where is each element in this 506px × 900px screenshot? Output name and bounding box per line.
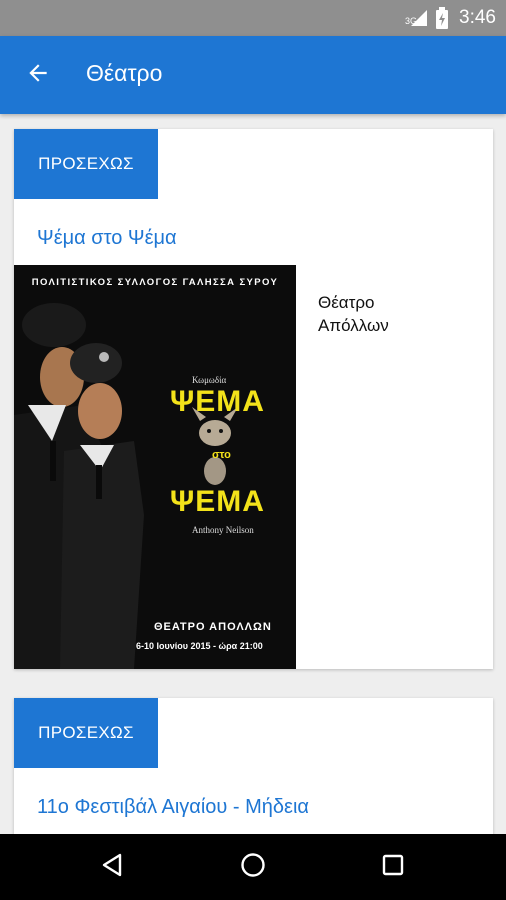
poster-title-bottom: ΨΕΜΑ bbox=[170, 485, 265, 518]
event-venue: Θέατρο Απόλλων bbox=[318, 293, 389, 335]
event-list[interactable]: ΠΡΟΣΕΧΩΣ Ψέμα στο Ψέμα ΠΟΛΙΤΙΣΤΙΚΟΣ ΣΥΛΛ… bbox=[0, 114, 506, 834]
event-title[interactable]: Ψέμα στο Ψέμα bbox=[37, 227, 177, 250]
network-type: 3G bbox=[405, 16, 418, 26]
poster-title-top: ΨΕΜΑ bbox=[170, 385, 265, 418]
back-button[interactable] bbox=[18, 57, 58, 93]
poster-header: ΠΟΛΙΤΙΣΤΙΚΟΣ ΣΥΛΛΟΓΟΣ ΓΑΛΗΣΣΑ ΣΥΡΟΥ bbox=[31, 277, 279, 288]
poster-genre: Κωμωδία bbox=[192, 375, 227, 385]
nav-recents-button[interactable] bbox=[353, 834, 433, 900]
nav-home-icon bbox=[239, 851, 267, 884]
app-bar: Θέατρο bbox=[0, 36, 506, 114]
event-title[interactable]: 11ο Φεστιβάλ Αιγαίου - Μήδεια bbox=[37, 796, 309, 819]
poster-title-mid: στο bbox=[212, 449, 231, 461]
poster-author: Anthony Neilson bbox=[192, 525, 254, 535]
arrow-back-icon bbox=[25, 60, 51, 91]
page-title: Θέατρο bbox=[86, 60, 163, 86]
poster-venue: ΘΕΑΤΡΟ ΑΠΟΛΛΩΝ bbox=[154, 621, 272, 633]
status-badge: ΠΡΟΣΕΧΩΣ bbox=[14, 129, 158, 199]
status-icons: 3G 3:46 bbox=[405, 0, 496, 36]
nav-back-button[interactable] bbox=[73, 834, 153, 900]
nav-home-button[interactable] bbox=[213, 834, 293, 900]
poster-figures bbox=[14, 303, 238, 669]
nav-recents-icon bbox=[381, 853, 405, 882]
status-time: 3:46 bbox=[459, 7, 496, 28]
status-badge: ΠΡΟΣΕΧΩΣ bbox=[14, 698, 158, 768]
status-bar: 3G 3:46 bbox=[0, 0, 506, 36]
event-poster[interactable]: ΠΟΛΙΤΙΣΤΙΚΟΣ ΣΥΛΛΟΓΟΣ ΓΑΛΗΣΣΑ ΣΥΡΟΥ Κωμω… bbox=[14, 265, 296, 669]
nav-back-icon bbox=[100, 852, 126, 883]
event-card[interactable]: ΠΡΟΣΕΧΩΣ 11ο Φεστιβάλ Αιγαίου - Μήδεια bbox=[14, 698, 493, 834]
poster-dates: 6-10 Ιουνίου 2015 - ώρα 21:00 bbox=[136, 641, 263, 651]
signal-icon: 3G bbox=[405, 8, 429, 28]
event-card[interactable]: ΠΡΟΣΕΧΩΣ Ψέμα στο Ψέμα ΠΟΛΙΤΙΣΤΙΚΟΣ ΣΥΛΛ… bbox=[14, 129, 493, 669]
navigation-bar bbox=[0, 834, 506, 900]
battery-charging-icon bbox=[435, 7, 449, 29]
